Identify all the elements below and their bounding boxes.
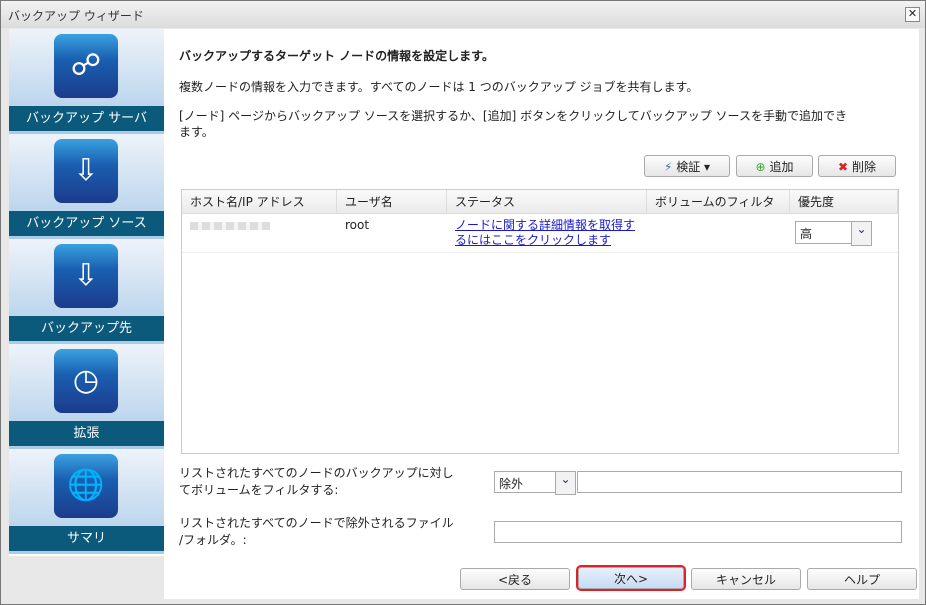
instruction: [ノード] ページからバックアップ ソースを選択するか、[追加] ボタンをクリッ…: [179, 109, 847, 123]
status-cell: ノードに関する詳細情報を取得す るにはここをクリックします: [455, 218, 635, 248]
verify-button[interactable]: ⚡ 検証 ▾: [644, 155, 730, 177]
description: 複数ノードの情報を入力できます。すべてのノードは 1 つのバックアップ ジョブを…: [179, 80, 699, 94]
col-user[interactable]: ユーザ名: [337, 190, 447, 214]
step-backup-source[interactable]: ⇩ バックアップ ソース: [9, 134, 164, 239]
plug-icon: ⚡: [663, 160, 673, 174]
step-label: バックアップ サーバ: [9, 106, 164, 131]
host-redacted: [190, 222, 270, 230]
exclude-label-1: リストされたすべてのノードで除外されるファイル: [179, 516, 454, 530]
verify-label: 検証: [676, 160, 701, 174]
node-table: ホスト名/IP アドレス ユーザ名 ステータス ボリュームのフィルタ 優先度 r…: [181, 189, 899, 454]
chevron-down-icon[interactable]: ⌄: [555, 471, 576, 495]
details-link-cont[interactable]: るにはここをクリックします: [455, 233, 611, 247]
step-label: バックアップ先: [9, 316, 164, 341]
drive-download-icon: ⇩: [54, 139, 118, 203]
exclude-label-2: /フォルダ。:: [179, 533, 247, 547]
details-link[interactable]: ノードに関する詳細情報を取得す: [455, 218, 635, 232]
step-summary[interactable]: 🌐 サマリ: [9, 449, 164, 554]
add-icon: ⊕: [755, 160, 766, 174]
col-priority[interactable]: 優先度: [790, 190, 898, 214]
network-icon: ☍: [54, 34, 118, 98]
title-bar: バックアップ ウィザード ✕: [1, 1, 925, 28]
filter-mode-select[interactable]: 除外 ⌄: [494, 471, 576, 495]
step-label: 拡張: [9, 421, 164, 446]
row-divider: [182, 252, 898, 253]
step-destination[interactable]: ⇩ バックアップ先: [9, 239, 164, 344]
filter-label-1: リストされたすべてのノードのバックアップに対し: [179, 466, 454, 480]
close-icon[interactable]: ✕: [905, 7, 920, 22]
wizard-window: バックアップ ウィザード ✕ ☍ バックアップ サーバ ⇩ バックアップ ソース ⇩…: [0, 0, 926, 605]
exclude-files-input[interactable]: [494, 521, 902, 543]
step-backup-server[interactable]: ☍ バックアップ サーバ: [9, 29, 164, 134]
priority-select[interactable]: 高 ⌄: [795, 221, 872, 246]
filter-value-input[interactable]: [577, 471, 902, 493]
step-advanced[interactable]: ◷ 拡張: [9, 344, 164, 449]
clock-icon: ◷: [54, 349, 118, 413]
globe-icon: 🌐: [54, 454, 118, 518]
drive-upload-icon: ⇩: [54, 244, 118, 308]
filter-label-2: てボリュームをフィルタする:: [179, 483, 339, 497]
step-label: バックアップ ソース: [9, 211, 164, 236]
step-label: サマリ: [9, 526, 164, 551]
add-label: 追加: [769, 160, 794, 174]
help-button[interactable]: ヘルプ: [807, 568, 917, 590]
cancel-button[interactable]: キャンセル: [691, 568, 801, 590]
instruction-cont: ます。: [179, 125, 214, 139]
chevron-down-icon[interactable]: ⌄: [851, 221, 872, 246]
col-volume-filter[interactable]: ボリュームのフィルタ: [647, 190, 790, 214]
col-status[interactable]: ステータス: [447, 190, 647, 214]
window-title: バックアップ ウィザード: [8, 9, 144, 23]
priority-value: 高: [800, 227, 813, 241]
delete-button[interactable]: ✖ 削除: [818, 155, 896, 177]
filter-label: リストされたすべてのノードのバックアップに対し てボリュームをフィルタする:: [179, 465, 454, 499]
delete-label: 削除: [851, 160, 876, 174]
main-panel: バックアップするターゲット ノードの情報を設定します。 複数ノードの情報を入力で…: [164, 29, 919, 599]
add-button[interactable]: ⊕ 追加: [736, 155, 813, 177]
wizard-steps: ☍ バックアップ サーバ ⇩ バックアップ ソース ⇩ バックアップ先 ◷ 拡張 🌐 サマ…: [9, 29, 164, 556]
delete-icon: ✖: [838, 160, 849, 174]
exclude-label: リストされたすべてのノードで除外されるファイル/フォルダ。:: [179, 515, 454, 549]
col-host[interactable]: ホスト名/IP アドレス: [182, 190, 337, 214]
page-heading: バックアップするターゲット ノードの情報を設定します。: [179, 49, 494, 63]
filter-mode-value: 除外: [499, 477, 524, 491]
next-button[interactable]: 次へ>: [576, 565, 686, 591]
back-button[interactable]: <戻る: [460, 568, 570, 590]
user-cell: root: [345, 218, 370, 232]
